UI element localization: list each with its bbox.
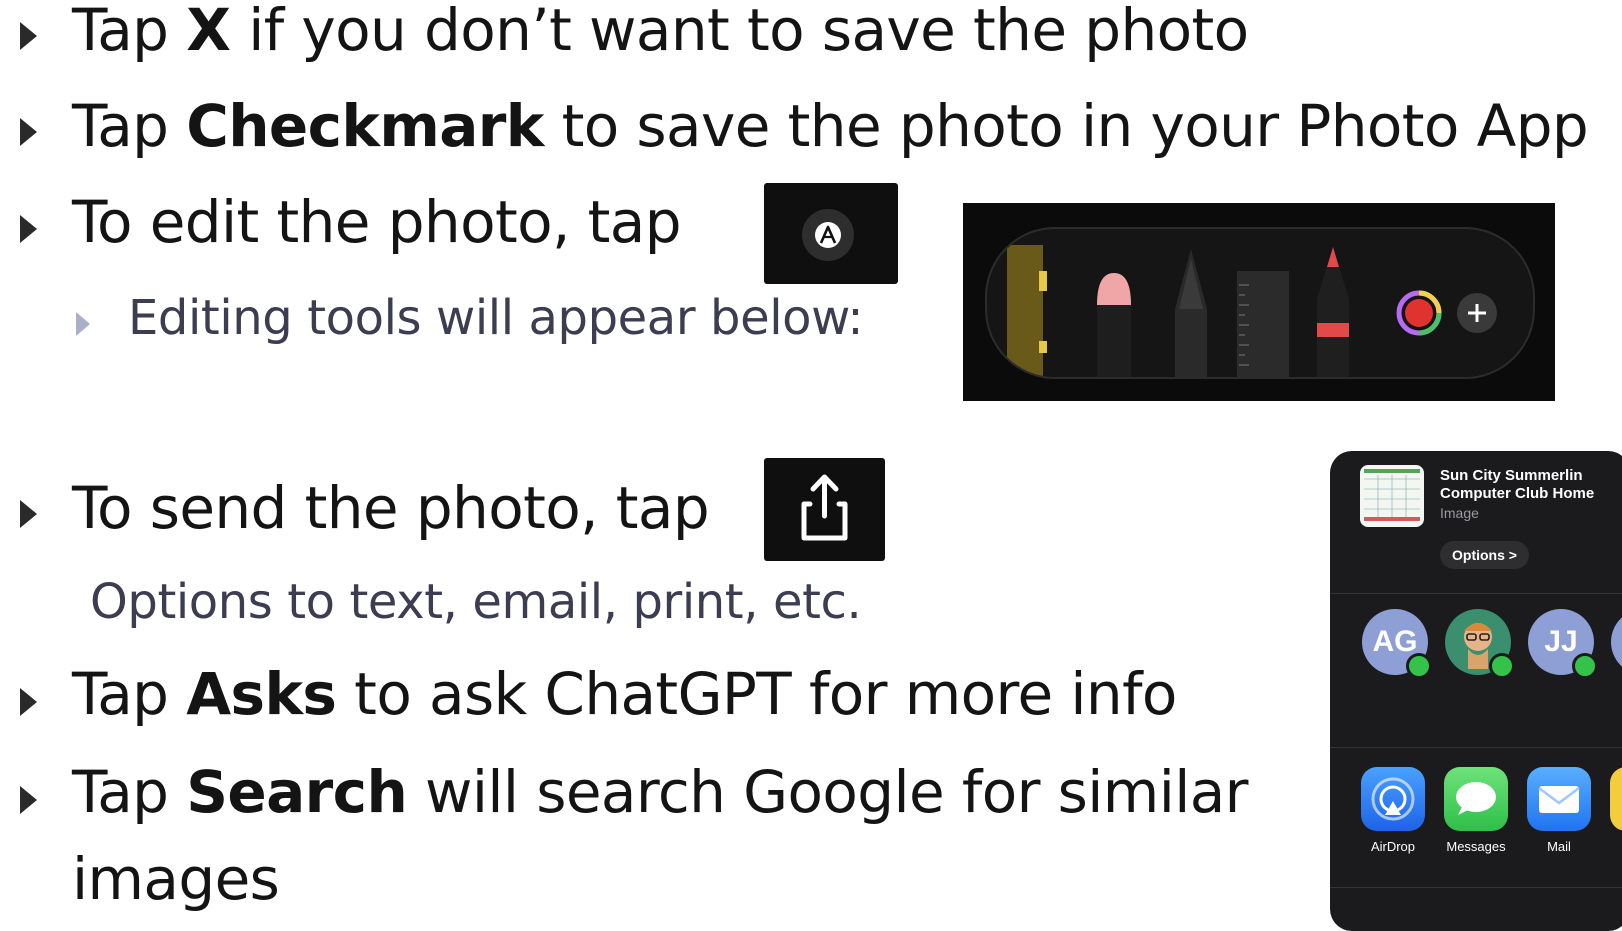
instruction-send: To send the photo, tap	[72, 474, 710, 542]
bullet-arrow-icon	[20, 22, 37, 50]
messages-label: Messages	[1446, 839, 1506, 854]
keyword: X	[186, 0, 231, 64]
color-picker-icon[interactable]	[1396, 290, 1442, 336]
mail-label: Mail	[1547, 839, 1571, 854]
messages-badge-icon	[1406, 653, 1432, 679]
share-title-line2: Computer Club Home	[1440, 485, 1595, 502]
eraser-icon[interactable]	[1097, 273, 1131, 377]
options-button[interactable]: Options >	[1440, 541, 1529, 569]
share-button[interactable]	[764, 458, 885, 561]
text: to save the photo in your Photo App	[543, 92, 1589, 160]
text: Tap	[72, 0, 187, 64]
messages-badge-icon	[1572, 653, 1598, 679]
keyword: Checkmark	[186, 92, 544, 160]
add-tool-icon[interactable]	[1457, 293, 1497, 333]
instruction-asks: Tap Asks to ask ChatGPT for more info	[72, 660, 1177, 728]
instruction-editing-tools: Editing tools will appear below:	[128, 290, 864, 346]
share-subtitle: Image	[1440, 505, 1479, 521]
bullet-arrow-icon	[20, 215, 37, 243]
pencil-icon[interactable]	[1175, 249, 1207, 377]
instruction-search: Tap Search will search Google for simila…	[72, 758, 1249, 826]
share-title-line1: Sun City Summerlin	[1440, 467, 1583, 484]
messages-icon[interactable]	[1444, 767, 1508, 831]
red-pen-icon[interactable]	[1317, 247, 1349, 377]
bullet-arrow-icon	[20, 786, 37, 814]
text: Tap	[72, 92, 187, 160]
text: to ask ChatGPT for more info	[336, 660, 1177, 728]
ruler-icon[interactable]	[1237, 271, 1289, 377]
instruction-save: Tap Checkmark to save the photo in your …	[72, 92, 1589, 160]
sub-bullet-arrow-icon	[76, 312, 90, 336]
markup-icon	[802, 209, 854, 261]
markup-button[interactable]	[764, 183, 898, 284]
share-sheet: Sun City Summerlin Computer Club Home Im…	[1330, 451, 1622, 931]
airdrop-label: AirDrop	[1370, 839, 1416, 854]
text: will search Google for similar	[407, 758, 1249, 826]
instruction-search-cont: images	[72, 845, 280, 913]
messages-badge-icon	[1489, 653, 1515, 679]
text: Tap	[72, 758, 187, 826]
divider	[1330, 887, 1622, 888]
text: if you don’t want to save the photo	[230, 0, 1249, 64]
app-icon-partial[interactable]	[1610, 767, 1622, 831]
bullet-arrow-icon	[20, 118, 37, 146]
bullet-arrow-icon	[20, 500, 37, 528]
text: Tap	[72, 660, 187, 728]
tools-tray	[985, 227, 1535, 379]
instruction-edit: To edit the photo, tap	[72, 188, 682, 256]
highlighter-icon[interactable]	[1007, 245, 1047, 377]
image-thumbnail	[1360, 465, 1424, 527]
instruction-discard: Tap X if you don’t want to save the phot…	[72, 0, 1249, 64]
keyword: Asks	[186, 660, 337, 728]
bullet-arrow-icon	[20, 688, 37, 716]
editing-tools-strip	[963, 203, 1555, 401]
instruction-send-options: Options to text, email, print, etc.	[90, 574, 862, 630]
keyword: Search	[186, 758, 408, 826]
airdrop-icon[interactable]	[1361, 767, 1425, 831]
divider	[1330, 593, 1622, 594]
mail-icon[interactable]	[1527, 767, 1591, 831]
contact-avatar[interactable]	[1611, 609, 1622, 675]
divider	[1330, 747, 1622, 748]
share-icon	[801, 474, 848, 541]
